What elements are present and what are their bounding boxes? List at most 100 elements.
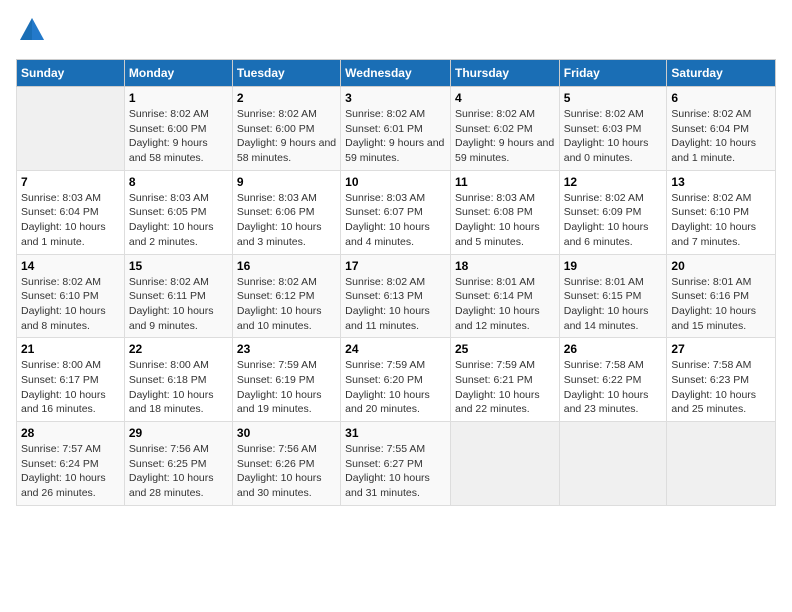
day-info: Sunrise: 7:58 AMSunset: 6:23 PMDaylight:… [671, 358, 771, 417]
calendar-cell [667, 422, 776, 506]
calendar-cell: 16 Sunrise: 8:02 AMSunset: 6:12 PMDayligh… [232, 254, 340, 338]
day-number: 8 [129, 175, 228, 189]
day-info: Sunrise: 8:02 AMSunset: 6:11 PMDaylight:… [129, 275, 228, 334]
day-info: Sunrise: 7:58 AMSunset: 6:22 PMDaylight:… [564, 358, 663, 417]
day-number: 6 [671, 91, 771, 105]
day-number: 20 [671, 259, 771, 273]
calendar-cell: 27 Sunrise: 7:58 AMSunset: 6:23 PMDayligh… [667, 338, 776, 422]
calendar-cell: 20 Sunrise: 8:01 AMSunset: 6:16 PMDayligh… [667, 254, 776, 338]
day-info: Sunrise: 7:59 AMSunset: 6:21 PMDaylight:… [455, 358, 555, 417]
calendar-cell: 2 Sunrise: 8:02 AMSunset: 6:00 PMDaylight… [232, 87, 340, 171]
day-number: 21 [21, 342, 120, 356]
calendar-table: SundayMondayTuesdayWednesdayThursdayFrid… [16, 59, 776, 506]
calendar-cell: 23Sunrise: 7:59 AMSunset: 6:19 PMDayligh… [232, 338, 340, 422]
day-number: 19 [564, 259, 663, 273]
day-number: 7 [21, 175, 120, 189]
day-number: 17 [345, 259, 446, 273]
day-number: 28 [21, 426, 120, 440]
week-row-2: 7Sunrise: 8:03 AMSunset: 6:04 PMDaylight… [17, 170, 776, 254]
weekday-header-tuesday: Tuesday [232, 60, 340, 87]
calendar-cell: 10 Sunrise: 8:03 AMSunset: 6:07 PMDayligh… [341, 170, 451, 254]
calendar-cell: 8 Sunrise: 8:03 AMSunset: 6:05 PMDaylight… [124, 170, 232, 254]
calendar-cell: 19 Sunrise: 8:01 AMSunset: 6:15 PMDayligh… [559, 254, 667, 338]
calendar-cell: 31Sunrise: 7:55 AMSunset: 6:27 PMDayligh… [341, 422, 451, 506]
day-number: 14 [21, 259, 120, 273]
day-info: Sunrise: 7:59 AMSunset: 6:19 PMDaylight:… [237, 358, 336, 417]
calendar-cell: 17 Sunrise: 8:02 AMSunset: 6:13 PMDayligh… [341, 254, 451, 338]
week-row-5: 28Sunrise: 7:57 AMSunset: 6:24 PMDayligh… [17, 422, 776, 506]
calendar-cell [450, 422, 559, 506]
day-info: Sunrise: 8:02 AMSunset: 6:13 PMDaylight:… [345, 275, 446, 334]
weekday-header-sunday: Sunday [17, 60, 125, 87]
weekday-header-row: SundayMondayTuesdayWednesdayThursdayFrid… [17, 60, 776, 87]
calendar-cell: 22 Sunrise: 8:00 AMSunset: 6:18 PMDayligh… [124, 338, 232, 422]
day-info: Sunrise: 8:02 AMSunset: 6:09 PMDaylight:… [564, 191, 663, 250]
weekday-header-thursday: Thursday [450, 60, 559, 87]
week-row-4: 21 Sunrise: 8:00 AMSunset: 6:17 PMDayligh… [17, 338, 776, 422]
calendar-cell [17, 87, 125, 171]
day-info: Sunrise: 8:01 AMSunset: 6:15 PMDaylight:… [564, 275, 663, 334]
day-info: Sunrise: 8:02 AMSunset: 6:02 PMDaylight:… [455, 107, 555, 166]
week-row-1: 1 Sunrise: 8:02 AMSunset: 6:00 PMDaylight… [17, 87, 776, 171]
day-number: 16 [237, 259, 336, 273]
day-number: 5 [564, 91, 663, 105]
weekday-header-saturday: Saturday [667, 60, 776, 87]
calendar-cell: 15 Sunrise: 8:02 AMSunset: 6:11 PMDayligh… [124, 254, 232, 338]
calendar-cell [559, 422, 667, 506]
calendar-cell: 26 Sunrise: 7:58 AMSunset: 6:22 PMDayligh… [559, 338, 667, 422]
day-info: Sunrise: 8:00 AMSunset: 6:18 PMDaylight:… [129, 358, 228, 417]
day-number: 2 [237, 91, 336, 105]
day-info: Sunrise: 7:56 AMSunset: 6:25 PMDaylight:… [129, 442, 228, 501]
day-number: 27 [671, 342, 771, 356]
day-number: 26 [564, 342, 663, 356]
day-info: Sunrise: 8:03 AMSunset: 6:07 PMDaylight:… [345, 191, 446, 250]
day-number: 4 [455, 91, 555, 105]
calendar-cell: 5 Sunrise: 8:02 AMSunset: 6:03 PMDaylight… [559, 87, 667, 171]
day-info: Sunrise: 8:01 AMSunset: 6:16 PMDaylight:… [671, 275, 771, 334]
calendar-cell: 18Sunrise: 8:01 AMSunset: 6:14 PMDayligh… [450, 254, 559, 338]
day-number: 25 [455, 342, 555, 356]
calendar-cell: 7Sunrise: 8:03 AMSunset: 6:04 PMDaylight… [17, 170, 125, 254]
day-number: 11 [455, 175, 555, 189]
day-info: Sunrise: 8:02 AMSunset: 6:10 PMDaylight:… [21, 275, 120, 334]
week-row-3: 14 Sunrise: 8:02 AMSunset: 6:10 PMDayligh… [17, 254, 776, 338]
day-info: Sunrise: 7:56 AMSunset: 6:26 PMDaylight:… [237, 442, 336, 501]
logo [16, 16, 46, 49]
day-info: Sunrise: 8:00 AMSunset: 6:17 PMDaylight:… [21, 358, 120, 417]
calendar-cell: 6 Sunrise: 8:02 AMSunset: 6:04 PMDaylight… [667, 87, 776, 171]
day-number: 10 [345, 175, 446, 189]
calendar-cell: 29 Sunrise: 7:56 AMSunset: 6:25 PMDayligh… [124, 422, 232, 506]
calendar-cell: 13Sunrise: 8:02 AMSunset: 6:10 PMDayligh… [667, 170, 776, 254]
day-number: 3 [345, 91, 446, 105]
day-info: Sunrise: 8:02 AMSunset: 6:00 PMDaylight:… [129, 107, 228, 166]
day-number: 22 [129, 342, 228, 356]
day-info: Sunrise: 8:03 AMSunset: 6:06 PMDaylight:… [237, 191, 336, 250]
day-number: 30 [237, 426, 336, 440]
calendar-cell: 25 Sunrise: 7:59 AMSunset: 6:21 PMDayligh… [450, 338, 559, 422]
calendar-cell: 1 Sunrise: 8:02 AMSunset: 6:00 PMDaylight… [124, 87, 232, 171]
day-number: 31 [345, 426, 446, 440]
calendar-cell: 9 Sunrise: 8:03 AMSunset: 6:06 PMDaylight… [232, 170, 340, 254]
day-number: 9 [237, 175, 336, 189]
page-header [16, 16, 776, 49]
calendar-cell: 11 Sunrise: 8:03 AMSunset: 6:08 PMDayligh… [450, 170, 559, 254]
day-number: 15 [129, 259, 228, 273]
day-info: Sunrise: 8:02 AMSunset: 6:03 PMDaylight:… [564, 107, 663, 166]
day-info: Sunrise: 8:02 AMSunset: 6:10 PMDaylight:… [671, 191, 771, 250]
day-info: Sunrise: 8:03 AMSunset: 6:05 PMDaylight:… [129, 191, 228, 250]
day-number: 24 [345, 342, 446, 356]
day-number: 1 [129, 91, 228, 105]
day-info: Sunrise: 8:03 AMSunset: 6:08 PMDaylight:… [455, 191, 555, 250]
day-number: 18 [455, 259, 555, 273]
day-info: Sunrise: 8:02 AMSunset: 6:04 PMDaylight:… [671, 107, 771, 166]
weekday-header-monday: Monday [124, 60, 232, 87]
day-info: Sunrise: 7:59 AMSunset: 6:20 PMDaylight:… [345, 358, 446, 417]
day-number: 12 [564, 175, 663, 189]
day-info: Sunrise: 8:02 AMSunset: 6:00 PMDaylight:… [237, 107, 336, 166]
day-info: Sunrise: 8:02 AMSunset: 6:12 PMDaylight:… [237, 275, 336, 334]
day-number: 29 [129, 426, 228, 440]
day-info: Sunrise: 8:02 AMSunset: 6:01 PMDaylight:… [345, 107, 446, 166]
calendar-cell: 28Sunrise: 7:57 AMSunset: 6:24 PMDayligh… [17, 422, 125, 506]
calendar-cell: 24 Sunrise: 7:59 AMSunset: 6:20 PMDayligh… [341, 338, 451, 422]
calendar-cell: 4 Sunrise: 8:02 AMSunset: 6:02 PMDaylight… [450, 87, 559, 171]
